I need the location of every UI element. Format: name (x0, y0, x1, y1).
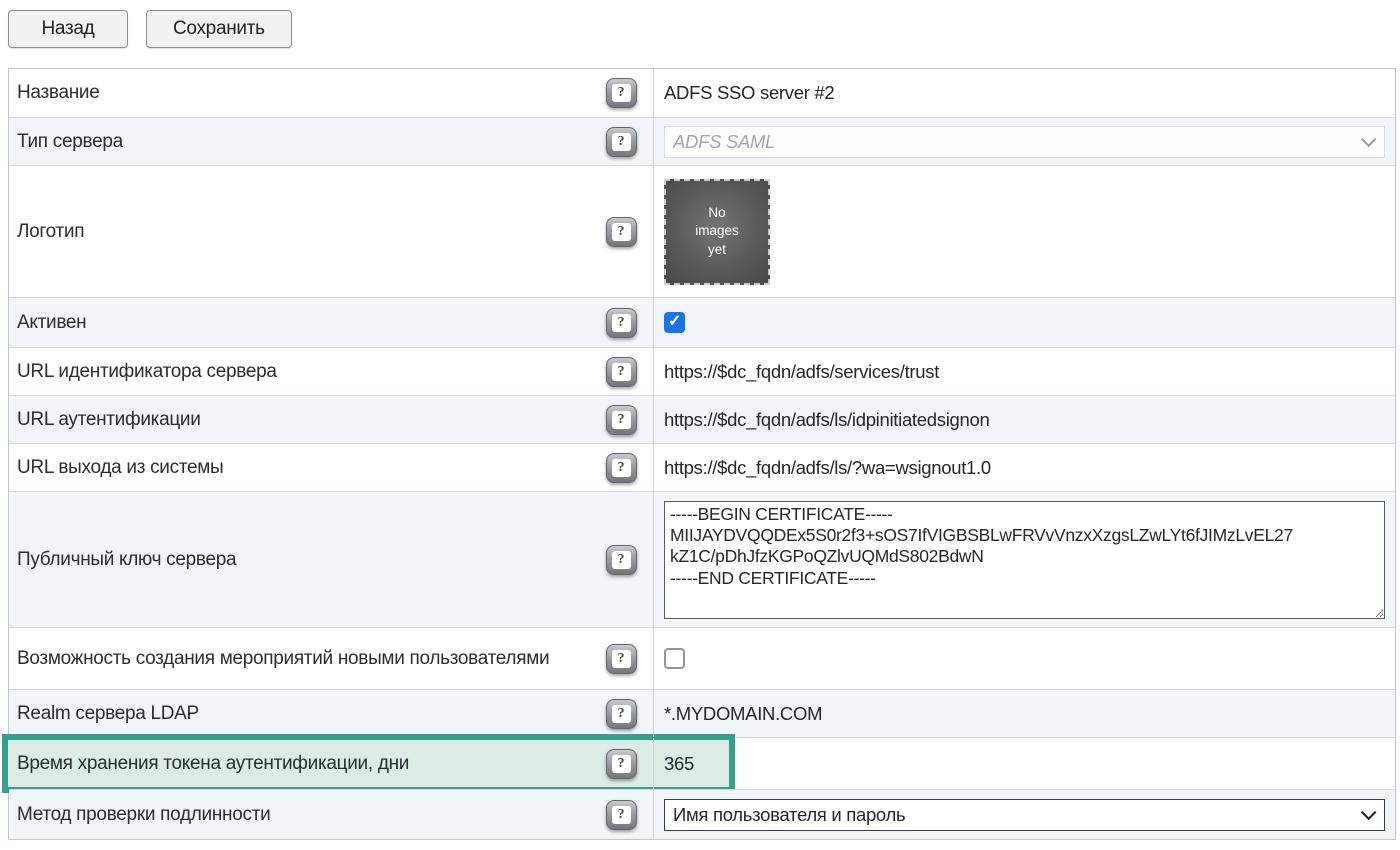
help-icon[interactable]: ? (606, 453, 637, 483)
field-label: Время хранения токена аутентификации, дн… (9, 744, 589, 784)
help-icon[interactable]: ? (606, 357, 637, 387)
server-type-select: ADFS SAML (664, 126, 1385, 158)
field-label: Возможность создания мероприятий новыми … (9, 639, 589, 679)
form-row-active: Активен ? ✓ (9, 297, 1395, 347)
back-button[interactable]: Назад (8, 10, 128, 48)
help-icon[interactable]: ? (606, 699, 637, 729)
field-label: URL идентификатора сервера (9, 352, 589, 392)
chevron-down-icon (1361, 805, 1377, 821)
field-label: Публичный ключ сервера (9, 540, 589, 580)
auth-method-select[interactable]: Имя пользователя и пароль (664, 799, 1385, 831)
field-label: Логотип (9, 212, 589, 252)
form-row-public-key: Публичный ключ сервера ? -----BEGIN CERT… (9, 491, 1395, 627)
form-row-auth-url: URL аутентификации ? https://$dc_fqdn/ad… (9, 395, 1395, 443)
form-row-name: Название ? ADFS SSO server #2 (9, 69, 1395, 117)
form-row-auth-method: Метод проверки подлинности ? Имя пользов… (9, 789, 1395, 839)
sso-server-settings-table: Название ? ADFS SSO server #2 Тип сервер… (8, 68, 1396, 840)
identifier-url-value[interactable]: https://$dc_fqdn/adfs/services/trust (664, 361, 939, 383)
form-row-ldap-realm: Realm сервера LDAP ? *.MYDOMAIN.COM (9, 689, 1395, 737)
ldap-realm-value[interactable]: *.MYDOMAIN.COM (664, 703, 822, 725)
form-row-token-lifetime: Время хранения токена аутентификации, дн… (9, 737, 1395, 789)
token-lifetime-value[interactable]: 365 (664, 753, 694, 775)
field-label: Активен (9, 303, 589, 343)
public-key-textarea[interactable]: -----BEGIN CERTIFICATE----- MIIJAYDVQQDE… (664, 501, 1385, 619)
new-user-events-checkbox[interactable]: ✓ (664, 648, 685, 669)
signout-url-value[interactable]: https://$dc_fqdn/adfs/ls/?wa=wsignout1.0 (664, 457, 991, 479)
help-icon[interactable]: ? (606, 800, 637, 830)
field-label: Метод проверки подлинности (9, 795, 589, 835)
field-label: Тип сервера (9, 122, 589, 162)
form-row-identifier-url: URL идентификатора сервера ? https://$dc… (9, 347, 1395, 395)
toolbar: Назад Сохранить (8, 10, 1392, 48)
form-row-signout-url: URL выхода из системы ? https://$dc_fqdn… (9, 443, 1395, 491)
help-icon[interactable]: ? (606, 644, 637, 674)
help-icon[interactable]: ? (606, 78, 637, 108)
field-label: Название (9, 73, 589, 113)
server-type-selected-value: ADFS SAML (673, 131, 775, 153)
field-label: URL аутентификации (9, 400, 589, 440)
chevron-down-icon (1361, 132, 1377, 148)
help-icon[interactable]: ? (606, 749, 637, 779)
active-checkbox[interactable]: ✓ (664, 312, 685, 333)
help-icon[interactable]: ? (606, 308, 637, 338)
field-label: URL выхода из системы (9, 448, 589, 488)
check-icon: ✓ (668, 314, 681, 330)
form-row-new-user-events: Возможность создания мероприятий новыми … (9, 627, 1395, 689)
form-row-logo: Логотип ? No images yet (9, 165, 1395, 297)
auth-method-selected-value: Имя пользователя и пароль (673, 804, 905, 826)
field-label: Realm сервера LDAP (9, 694, 589, 734)
logo-upload-placeholder[interactable]: No images yet (664, 179, 770, 285)
help-icon[interactable]: ? (606, 405, 637, 435)
form-row-server-type: Тип сервера ? ADFS SAML (9, 117, 1395, 165)
help-icon[interactable]: ? (606, 545, 637, 575)
help-icon[interactable]: ? (606, 217, 637, 247)
save-button[interactable]: Сохранить (146, 10, 292, 48)
help-icon[interactable]: ? (606, 127, 637, 157)
auth-url-value[interactable]: https://$dc_fqdn/adfs/ls/idpinitiatedsig… (664, 409, 989, 431)
name-value[interactable]: ADFS SSO server #2 (664, 82, 834, 104)
